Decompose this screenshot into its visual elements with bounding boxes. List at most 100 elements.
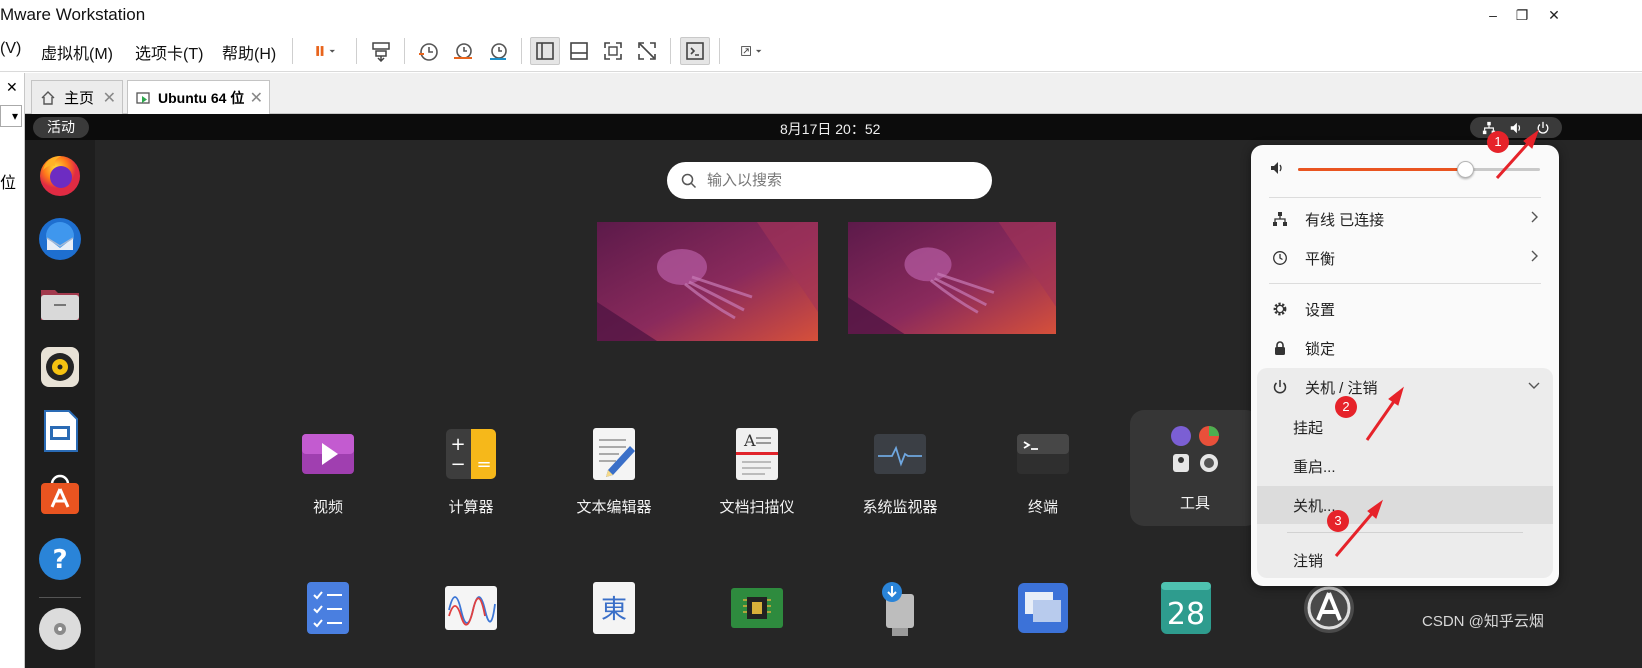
unity-mode-button[interactable]: [632, 37, 662, 65]
app-store[interactable]: [1264, 580, 1394, 636]
app-terminal[interactable]: 终端: [978, 426, 1108, 517]
workspace-thumbnail-1[interactable]: [597, 222, 818, 341]
dock-thunderbird[interactable]: [37, 216, 83, 262]
dock-disc[interactable]: [37, 606, 83, 652]
svg-text:+: +: [450, 434, 465, 455]
app-todo[interactable]: [263, 580, 393, 636]
volume-slider[interactable]: [1298, 161, 1540, 178]
close-window-button[interactable]: ✕: [1539, 4, 1569, 26]
svg-text:A: A: [743, 431, 756, 450]
snapshot-manager-icon: [490, 43, 507, 60]
network-label: 有线 已连接: [1305, 211, 1385, 229]
menu-view[interactable]: (V): [0, 40, 21, 58]
app-hardinfo[interactable]: [692, 580, 822, 636]
power-off-logout-menu-item[interactable]: 关机 / 注销: [1259, 368, 1551, 406]
usb-installer-icon: [882, 582, 914, 636]
send-ctrl-alt-del-button[interactable]: [366, 37, 396, 65]
svg-text:−: −: [450, 454, 465, 475]
libreoffice-impress-icon: [44, 410, 78, 452]
app-videos[interactable]: 视频: [263, 426, 393, 517]
close-library-button[interactable]: ✕: [6, 79, 18, 96]
activities-button[interactable]: 活动: [33, 117, 89, 138]
toolbar-separator: [404, 38, 405, 64]
dock-files[interactable]: [37, 280, 83, 326]
snapshot-button[interactable]: [413, 37, 443, 65]
network-wired-icon: [1273, 212, 1287, 226]
menu-divider: [1287, 532, 1523, 533]
app-power-statistics[interactable]: [406, 580, 536, 636]
menu-vm[interactable]: 虚拟机(M): [41, 40, 113, 64]
app-remmina[interactable]: [978, 580, 1108, 636]
settings-menu-item[interactable]: 设置: [1259, 290, 1551, 328]
app-text-editor[interactable]: 文本编辑器: [549, 426, 679, 517]
svg-text:東: 東: [601, 595, 627, 625]
stretch-guest-button[interactable]: [728, 37, 774, 65]
chevron-right-icon: [1531, 250, 1538, 262]
logout-menu-item[interactable]: 注销: [1257, 541, 1553, 579]
app-calendar[interactable]: 28: [1121, 580, 1251, 636]
chevron-down-icon: [1528, 382, 1540, 389]
system-tray[interactable]: [1470, 117, 1562, 138]
app-system-monitor[interactable]: 系统监视器: [835, 426, 965, 517]
volume-slider-handle[interactable]: [1456, 161, 1474, 178]
app-document-scanner[interactable]: A 文档扫描仪: [692, 426, 822, 517]
fullscreen-button[interactable]: [598, 37, 628, 65]
jellyfish-wallpaper: [848, 222, 1056, 334]
thumbnail-bar-button[interactable]: [564, 37, 594, 65]
volume-slider-fill: [1298, 168, 1465, 171]
lock-menu-item[interactable]: 锁定: [1259, 329, 1551, 367]
pause-button[interactable]: [300, 37, 348, 65]
library-item-partial[interactable]: 位: [0, 169, 16, 193]
app-usb-installer[interactable]: [835, 580, 965, 636]
tab-ubuntu[interactable]: Ubuntu 64 位 ✕: [127, 80, 270, 114]
console-view-button[interactable]: [680, 37, 710, 65]
videos-icon: [302, 434, 354, 474]
dock-firefox[interactable]: [37, 152, 83, 198]
tab-close-button[interactable]: ✕: [250, 88, 263, 108]
workspace-thumbnail-2[interactable]: [848, 222, 1056, 334]
network-menu-item[interactable]: 有线 已连接: [1259, 200, 1551, 238]
revert-snapshot-button[interactable]: [448, 37, 478, 65]
power-off-menu-item[interactable]: 关机...: [1257, 486, 1553, 524]
suspend-menu-item[interactable]: 挂起: [1257, 408, 1553, 446]
menu-divider: [1269, 197, 1541, 198]
tab-ubuntu-label: Ubuntu 64 位: [158, 89, 245, 106]
clock[interactable]: 8月17日 20：52: [780, 119, 880, 139]
files-icon: [41, 290, 79, 320]
annotation-step-2: 2: [1335, 396, 1357, 418]
restart-menu-item[interactable]: 重启...: [1257, 447, 1553, 485]
annotation-step-3: 3: [1327, 510, 1349, 532]
vmware-menubar: (V) 虚拟机(M) 选项卡(T) 帮助(H): [0, 30, 1642, 72]
app-calculator[interactable]: + − = 计算器: [406, 426, 536, 517]
menu-help[interactable]: 帮助(H): [222, 40, 276, 64]
jellyfish-wallpaper: [597, 222, 818, 341]
dock-app-center[interactable]: [37, 472, 83, 518]
tab-home[interactable]: 主页 ✕: [31, 80, 123, 114]
settings-label: 设置: [1305, 301, 1336, 319]
firefox-icon: [40, 156, 80, 196]
bottom-panel-icon: [570, 42, 588, 60]
todo-icon: [307, 582, 349, 634]
app-folder-utilities[interactable]: 工具: [1130, 410, 1260, 526]
tab-home-label: 主页: [64, 90, 95, 107]
menu-divider: [1269, 283, 1541, 284]
library-panel-edge: ✕ ▾ 位: [0, 73, 25, 668]
search-input[interactable]: [707, 172, 967, 189]
menu-tabs[interactable]: 选项卡(T): [135, 40, 203, 64]
library-view-button[interactable]: [530, 37, 560, 65]
snapshot-manager-button[interactable]: [483, 37, 513, 65]
console-icon: [686, 42, 704, 60]
library-filter-dropdown[interactable]: ▾: [0, 105, 22, 127]
search-field[interactable]: [667, 162, 992, 199]
app-language-support[interactable]: 東: [549, 580, 679, 636]
tab-close-button[interactable]: ✕: [103, 88, 116, 108]
dock-rhythmbox[interactable]: [37, 344, 83, 390]
restore-button[interactable]: ❐: [1507, 4, 1537, 26]
dock-impress[interactable]: [37, 408, 83, 454]
power-mode-menu-item[interactable]: 平衡: [1259, 239, 1551, 277]
dock-help[interactable]: ?: [37, 536, 83, 582]
minimize-button[interactable]: –: [1478, 4, 1508, 26]
app-label: 文档扫描仪: [719, 499, 795, 516]
disc-icon: [39, 608, 81, 650]
watermark: CSDN @知乎云烟: [1422, 613, 1544, 630]
